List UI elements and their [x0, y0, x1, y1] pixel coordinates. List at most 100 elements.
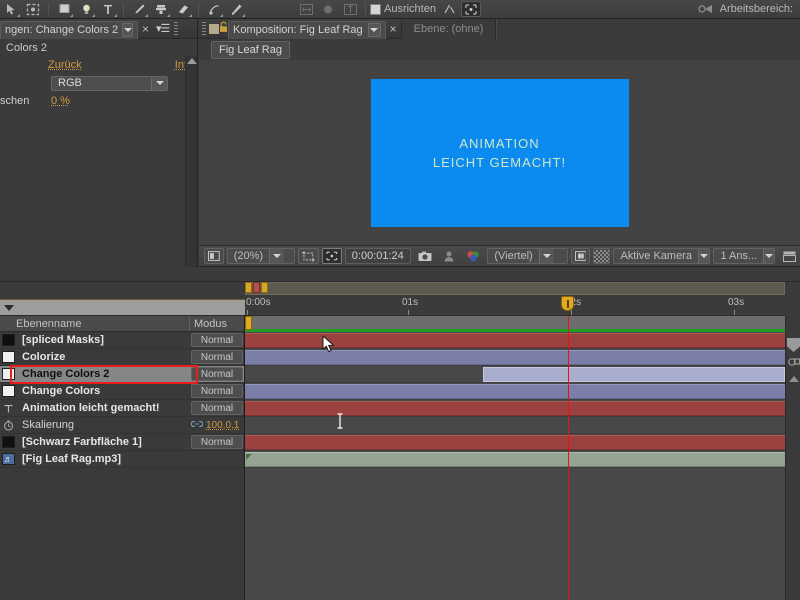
track-bar-selected[interactable] — [483, 367, 785, 382]
panel-grip[interactable] — [174, 22, 178, 36]
layer-mode-cell[interactable]: Normal — [189, 349, 245, 365]
show-snapshot-icon[interactable] — [438, 248, 460, 265]
selection-tool-icon[interactable] — [0, 1, 22, 18]
link-icon[interactable] — [191, 420, 203, 431]
playhead-handle[interactable] — [561, 296, 574, 311]
type-tool-icon[interactable] — [97, 1, 119, 18]
snapping-checkbox[interactable] — [370, 4, 381, 15]
track-bar[interactable] — [245, 452, 785, 467]
stopwatch-icon[interactable] — [0, 420, 16, 431]
motion-blur-icon[interactable] — [787, 356, 800, 369]
resolution-select[interactable]: (Viertel) — [487, 248, 567, 264]
light-tool-icon[interactable] — [75, 1, 97, 18]
scroll-up-icon[interactable] — [187, 58, 197, 64]
align-horizontal-icon[interactable] — [295, 1, 317, 18]
track-row[interactable] — [245, 400, 800, 417]
composition-canvas[interactable]: ANIMATION LEICHT GEMACHT! — [371, 79, 629, 227]
work-area-marker[interactable] — [253, 282, 260, 293]
scroll-up-icon[interactable] — [789, 376, 799, 382]
brush-tool-icon[interactable] — [128, 1, 150, 18]
grid-and-guides-icon[interactable] — [461, 1, 481, 17]
layer-mode-cell[interactable]: Normal — [189, 383, 245, 399]
tab-dropdown-icon[interactable] — [368, 23, 381, 37]
layer-mode-cell[interactable]: Normal — [189, 400, 245, 416]
chevron-down-icon[interactable] — [763, 249, 774, 263]
track-bar[interactable] — [245, 401, 785, 416]
layer-row-spliced-masks[interactable]: [spliced Masks] Normal — [0, 332, 244, 349]
layer-row-schwarz-farbflaeche[interactable]: [Schwarz Farbfläche 1] Normal — [0, 434, 244, 451]
transparency-grid-icon[interactable] — [593, 248, 610, 264]
align-vertical-icon[interactable] — [339, 1, 361, 18]
layer-mode-cell[interactable]: Normal — [189, 366, 245, 382]
work-area-end-handle[interactable] — [261, 282, 268, 293]
expand-triangle-icon[interactable] — [4, 305, 14, 311]
mix-value[interactable]: 0 % — [51, 95, 70, 107]
workspace-icon[interactable] — [695, 1, 717, 18]
track-row[interactable] — [245, 366, 800, 383]
track-row[interactable] — [245, 383, 800, 400]
region-of-interest-icon[interactable] — [204, 248, 224, 264]
track-bar[interactable] — [245, 384, 785, 399]
show-channel-icon[interactable] — [463, 248, 485, 265]
tab-effect-controls[interactable]: ngen: Change Colors 2 — [0, 21, 138, 39]
work-area-start-handle[interactable] — [245, 282, 252, 293]
magnification-select[interactable]: (20%) — [227, 248, 296, 264]
composition-stage[interactable]: ANIMATION LEICHT GEMACHT! — [199, 60, 800, 245]
layer-row-animation-text[interactable]: Animation leicht gemacht! Normal — [0, 400, 244, 417]
layer-row-colorize[interactable]: Colorize Normal — [0, 349, 244, 366]
track-row[interactable] — [245, 434, 800, 451]
layer-row-change-colors[interactable]: Change Colors Normal — [0, 383, 244, 400]
unified-camera-tool-icon[interactable] — [22, 1, 44, 18]
layer-mode-cell[interactable]: Normal — [189, 434, 245, 450]
timeline-tick-row[interactable]: 0:00s 01s 02s 03s — [245, 295, 785, 316]
work-area-bar[interactable] — [245, 282, 785, 295]
roto-brush-tool-icon[interactable] — [203, 1, 225, 18]
tab-composition[interactable]: Komposition: Fig Leaf Rag — [228, 21, 386, 39]
composition-panel-grip[interactable] — [202, 22, 206, 36]
chevron-down-icon[interactable] — [151, 77, 167, 90]
track-row-property[interactable] — [245, 417, 800, 434]
time-start-handle[interactable] — [245, 316, 252, 330]
shy-marker-icon[interactable] — [787, 338, 800, 352]
title-action-safe-icon[interactable] — [322, 248, 342, 264]
chevron-down-icon[interactable] — [698, 249, 709, 263]
chevron-down-icon[interactable] — [269, 249, 284, 263]
track-bar[interactable] — [245, 435, 785, 450]
timeline-ruler[interactable]: 0:00s 01s 02s 03s — [245, 282, 800, 316]
current-time-field[interactable]: 0:00:01:24 — [345, 248, 411, 264]
effect-panel-scrollbar[interactable] — [185, 56, 197, 267]
tab-dropdown-icon[interactable] — [122, 23, 133, 37]
close-tab-icon[interactable]: × — [138, 22, 153, 36]
tab-footage-empty[interactable] — [496, 19, 800, 39]
panel-menu-icon[interactable]: ▾☰ — [153, 22, 172, 35]
pixel-aspect-correction-icon[interactable] — [778, 248, 800, 265]
shape-tool-icon[interactable] — [53, 1, 75, 18]
clone-stamp-tool-icon[interactable] — [150, 1, 172, 18]
close-composition-tab-icon[interactable]: × — [386, 22, 401, 36]
eraser-tool-icon[interactable] — [172, 1, 194, 18]
region-of-interest-toggle-icon[interactable] — [571, 248, 591, 264]
reset-effect-link[interactable]: Zurück — [48, 59, 82, 71]
views-select[interactable]: 1 Ans... — [713, 248, 775, 264]
lock-icon[interactable] — [219, 21, 228, 36]
playhead-line[interactable] — [568, 316, 569, 600]
timeline-track-area[interactable] — [245, 316, 800, 600]
toggle-mask-paths-icon[interactable] — [298, 248, 319, 264]
property-row-skalierung[interactable]: Skalierung 100,0,1 — [0, 417, 244, 434]
chevron-down-icon[interactable] — [539, 249, 554, 263]
align-center-icon[interactable] — [317, 1, 339, 18]
track-row-audio[interactable] — [245, 451, 800, 468]
layer-mode-cell[interactable]: Normal — [189, 332, 245, 348]
breadcrumb[interactable]: Fig Leaf Rag — [211, 41, 290, 59]
property-value[interactable]: 100,0,1 — [206, 420, 239, 431]
layer-row-change-colors-2[interactable]: Change Colors 2 Normal — [0, 366, 244, 383]
tab-layer[interactable]: Ebene: (ohne) — [401, 19, 497, 39]
puppet-pin-tool-icon[interactable] — [225, 1, 247, 18]
snapping-icon[interactable] — [439, 1, 461, 18]
colorspace-select[interactable]: RGB — [51, 76, 168, 91]
layer-row-fig-leaf-rag-mp3[interactable]: ♬ [Fig Leaf Rag.mp3] — [0, 451, 244, 468]
property-value-cell[interactable]: 100,0,1 — [189, 417, 245, 433]
timeline-vertical-scrollbar[interactable] — [785, 316, 800, 600]
camera-select[interactable]: Aktive Kamera — [613, 248, 710, 264]
take-snapshot-icon[interactable] — [414, 248, 436, 265]
